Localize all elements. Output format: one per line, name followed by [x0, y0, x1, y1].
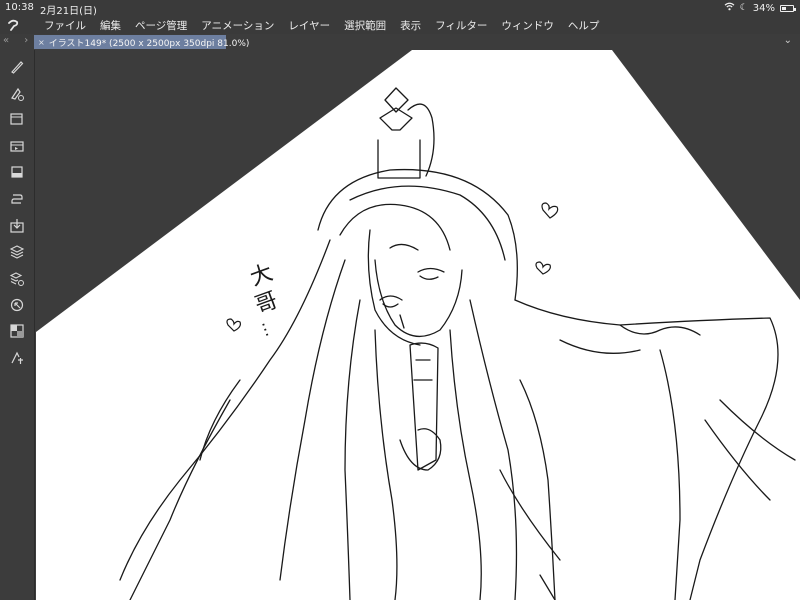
menu-window[interactable]: ウィンドウ — [494, 18, 561, 33]
clip-studio-logo-icon[interactable] — [0, 16, 26, 34]
menu-edit[interactable]: 編集 — [93, 18, 128, 33]
tool-palette — [0, 50, 35, 600]
status-bar: 10:38 2月21日(日) ☾ 34% — [0, 0, 800, 17]
chevron-down-icon[interactable]: ⌄ — [784, 35, 792, 46]
import-icon[interactable] — [8, 217, 26, 235]
menu-animation[interactable]: アニメーション — [194, 18, 281, 33]
layer-properties-icon[interactable] — [8, 270, 26, 288]
layers-stack-icon[interactable] — [8, 243, 26, 261]
status-date: 2月21日(日) — [40, 6, 97, 17]
status-time: 10:38 — [5, 2, 34, 13]
transform-tool-icon[interactable] — [8, 190, 26, 208]
navigator-icon[interactable] — [8, 296, 26, 314]
moon-icon: ☾ — [739, 3, 748, 13]
menu-filter[interactable]: フィルター — [428, 18, 494, 33]
menu-selection[interactable]: 選択範囲 — [337, 18, 393, 33]
pen-tool-icon[interactable] — [8, 58, 26, 76]
canvas-area[interactable]: 大 哥 … — [36, 50, 800, 600]
battery-percent: 34% — [752, 2, 775, 14]
canvas-drawing[interactable]: 大 哥 … — [36, 50, 800, 600]
fill-tool-icon[interactable] — [8, 85, 26, 103]
menu-help[interactable]: ヘルプ — [561, 18, 607, 33]
menu-bar: ファイル 編集 ページ管理 アニメーション レイヤー 選択範囲 表示 フィルター… — [0, 16, 800, 34]
tab-document[interactable]: × イラスト149* (2500 x 2500px 350dpi 81.0%) — [34, 35, 249, 49]
menu-layer[interactable]: レイヤー — [281, 18, 337, 33]
menu-page[interactable]: ページ管理 — [128, 18, 194, 33]
layer-panel-icon[interactable] — [8, 110, 26, 128]
menu-view[interactable]: 表示 — [393, 18, 428, 33]
text-tool-icon[interactable] — [8, 349, 26, 367]
tab-document-title: イラスト149* (2500 x 2500px 350dpi 81.0%) — [48, 38, 250, 49]
status-right: ☾ 34% — [724, 2, 796, 14]
paper-sheet — [36, 50, 800, 600]
battery-icon — [780, 4, 796, 12]
animation-timeline-icon[interactable] — [8, 137, 26, 155]
material-icon[interactable] — [8, 163, 26, 181]
menu-file[interactable]: ファイル — [26, 18, 93, 33]
color-picker-icon[interactable] — [8, 322, 26, 340]
wifi-icon — [724, 2, 735, 14]
tab-nav-arrows[interactable]: « › — [3, 35, 34, 46]
tab-bar: « › × イラスト149* (2500 x 2500px 350dpi 81.… — [0, 34, 800, 50]
close-tab-icon[interactable]: × — [38, 38, 45, 47]
